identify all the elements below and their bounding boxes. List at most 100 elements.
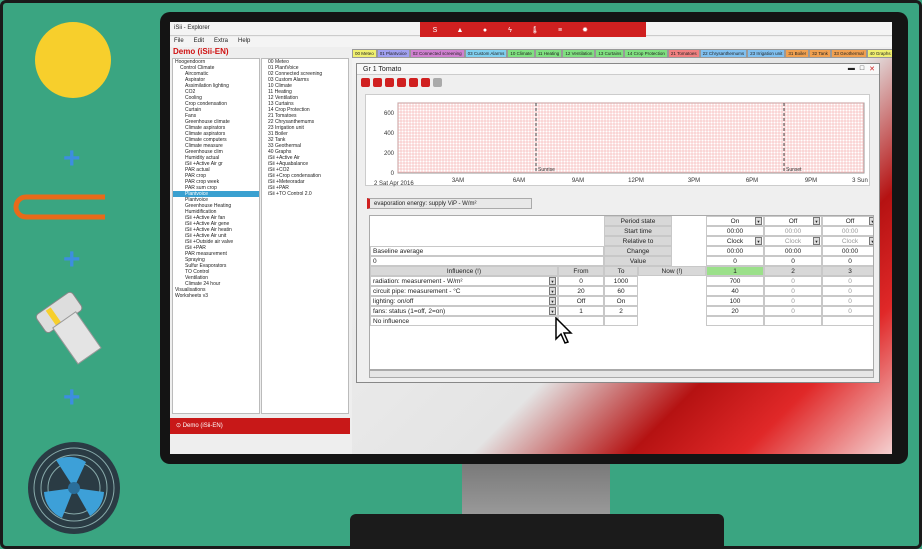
tab-6[interactable]: 12 Ventilation <box>562 49 596 58</box>
period-value[interactable]: 00:00 <box>822 246 873 256</box>
maximize-icon[interactable]: □ <box>860 65 864 73</box>
tab-5[interactable]: 11 Heating <box>534 49 563 58</box>
dropdown-arrow-icon[interactable]: ▼ <box>813 217 820 225</box>
dropdown-arrow-icon[interactable]: ▼ <box>549 277 556 285</box>
dropdown-arrow-icon[interactable]: ▼ <box>549 287 556 295</box>
drop-icon[interactable]: ● <box>480 27 490 34</box>
remove-row-icon[interactable] <box>409 78 418 87</box>
dropdown-arrow-icon[interactable]: ▼ <box>869 217 873 225</box>
tree-item[interactable]: Worksheets v3 <box>173 293 259 299</box>
influence-p2[interactable]: 0 <box>764 276 822 286</box>
menu-help[interactable]: Help <box>238 38 250 46</box>
tab-13[interactable]: 32 Tank <box>809 49 831 58</box>
dropdown-arrow-icon[interactable]: ▼ <box>869 237 873 245</box>
tab-12[interactable]: 31 Boiler <box>785 49 810 58</box>
tomato-window: Gr 1 Tomato ▬ □ ✕ 600 400 200 0 3AM 6AM 9AM 12PM 3… <box>356 63 880 383</box>
influence-from[interactable]: 20 <box>558 286 604 296</box>
evaporation-button[interactable]: evaporation energy: supply ViP - W/m² <box>367 198 532 209</box>
influence-name[interactable]: No influence <box>370 316 558 326</box>
now-header: Now (!) <box>638 266 706 276</box>
settings-icon[interactable]: ✹ <box>580 26 590 34</box>
influence-to[interactable]: 60 <box>604 286 638 296</box>
dropdown-arrow-icon[interactable]: ▼ <box>755 217 762 225</box>
baseline-value[interactable]: 0 <box>370 256 604 266</box>
list-icon[interactable]: ≡ <box>555 27 565 34</box>
influence-to[interactable]: 2 <box>604 306 638 316</box>
tab-7[interactable]: 13 Curtains <box>595 49 625 58</box>
tab-11[interactable]: 23 Irrigation unit <box>747 49 786 58</box>
check-icon[interactable] <box>361 78 370 87</box>
influence-p3[interactable]: 0 <box>822 286 873 296</box>
influence-name[interactable]: radiation: measurement - W/m² <box>370 276 558 286</box>
period-value[interactable]: 00:00 <box>706 226 764 236</box>
down-arrow-icon[interactable] <box>433 78 442 87</box>
sunset-label: Sunset <box>786 167 802 173</box>
period-value[interactable]: 0 <box>822 256 873 266</box>
menu-extra[interactable]: Extra <box>214 38 228 46</box>
influence-p3[interactable] <box>822 316 873 326</box>
influence-p1[interactable]: 100 <box>706 296 764 306</box>
print-icon[interactable] <box>373 78 382 87</box>
tab-10[interactable]: 22 Chrysanthemums <box>699 49 748 58</box>
x-tick-label: 9PM <box>805 178 817 184</box>
tab-3[interactable]: 03 Custom Alarms <box>464 49 508 58</box>
y-tick-label: 600 <box>384 111 395 117</box>
influence-p2[interactable]: 0 <box>764 296 822 306</box>
period-value[interactable]: 00:00 <box>706 246 764 256</box>
influence-to[interactable]: 1000 <box>604 276 638 286</box>
influence-p3[interactable]: 0 <box>822 296 873 306</box>
tab-4[interactable]: 10 Climate <box>507 49 535 58</box>
thermometer-icon[interactable]: 🌡 <box>530 26 540 34</box>
influence-p3[interactable]: 0 <box>822 276 873 286</box>
dropdown-arrow-icon[interactable]: ▼ <box>549 307 556 315</box>
tab-1[interactable]: 01 Plantvoice <box>376 49 410 58</box>
period-value[interactable]: 00:00 <box>822 226 873 236</box>
influence-p1[interactable]: 700 <box>706 276 764 286</box>
dropdown-arrow-icon[interactable]: ▼ <box>549 297 556 305</box>
period-value[interactable]: 0 <box>706 256 764 266</box>
y-tick-label: 200 <box>384 151 395 157</box>
dropdown-arrow-icon[interactable]: ▼ <box>755 237 762 245</box>
period-value[interactable]: 00:00 <box>764 246 822 256</box>
influence-p1[interactable] <box>706 316 764 326</box>
period-value[interactable]: 0 <box>764 256 822 266</box>
tab-2[interactable]: 02 Connected screening <box>409 49 465 58</box>
tab-0[interactable]: 00 Meteo <box>352 49 377 58</box>
influence-p1[interactable]: 40 <box>706 286 764 296</box>
menu-edit[interactable]: Edit <box>194 38 204 46</box>
influence-to[interactable]: On <box>604 296 638 306</box>
warning-icon[interactable]: ▲ <box>455 27 465 34</box>
tab-14[interactable]: 33 Geothermal <box>830 49 867 58</box>
influence-from[interactable]: 0 <box>558 276 604 286</box>
tab-9[interactable]: 21 Tomatoes <box>667 49 700 58</box>
period-value[interactable]: Off <box>822 216 873 226</box>
influence-p3[interactable]: 0 <box>822 306 873 316</box>
influence-name[interactable]: lighting: on/off <box>370 296 558 306</box>
influence-p2[interactable]: 0 <box>764 286 822 296</box>
tab-8[interactable]: 14 Crop Protection <box>624 49 668 58</box>
monitor-stand-neck <box>462 464 610 516</box>
influence-p1[interactable]: 20 <box>706 306 764 316</box>
tab-15[interactable]: 40 Graphs <box>866 49 892 58</box>
close-icon[interactable]: ✕ <box>869 65 875 73</box>
influence-to[interactable] <box>604 316 638 326</box>
dropdown-arrow-icon[interactable]: ▼ <box>813 237 820 245</box>
minimize-icon[interactable]: ▬ <box>848 65 855 73</box>
period-number: 2 <box>764 266 822 276</box>
influence-from[interactable]: Off <box>558 296 604 306</box>
up-arrow-icon[interactable] <box>421 78 430 87</box>
influence-p2[interactable] <box>764 316 822 326</box>
influence-from[interactable]: 1 <box>558 306 604 316</box>
period-value[interactable]: 00:00 <box>764 226 822 236</box>
influence-p2[interactable]: 0 <box>764 306 822 316</box>
horizontal-scrollbar[interactable] <box>369 370 874 378</box>
tree-item[interactable]: iSii +TO Control 2.0 <box>262 191 348 197</box>
help-icon[interactable] <box>385 78 394 87</box>
period-value[interactable]: Clock <box>822 236 873 246</box>
influence-name[interactable]: circuit pipe: measurement - °C <box>370 286 558 296</box>
lightning-icon[interactable]: ϟ <box>505 27 515 34</box>
add-row-icon[interactable] <box>397 78 406 87</box>
influence-name[interactable]: fans: status (1=off, 2=on) <box>370 306 558 316</box>
menu-file[interactable]: File <box>174 38 184 46</box>
settings-table: Period state On Off Off Start time 00:00 00:00… <box>369 215 874 370</box>
